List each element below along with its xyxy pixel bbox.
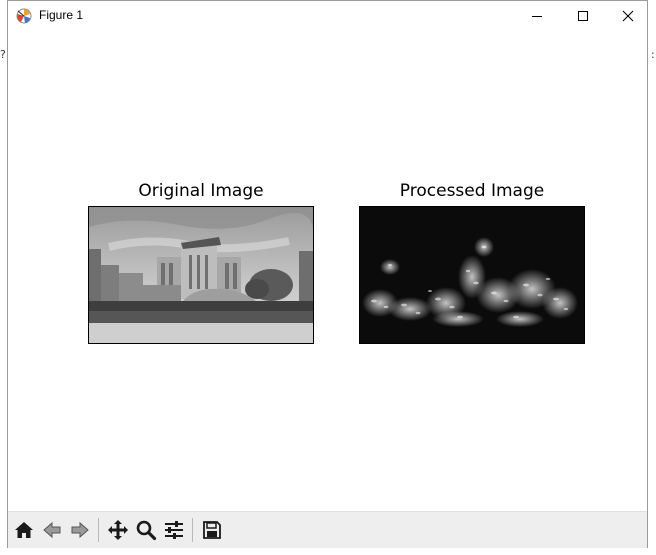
- subplot-title-original: Original Image: [138, 181, 264, 201]
- close-icon: [622, 10, 634, 22]
- close-button[interactable]: [605, 1, 651, 31]
- home-button[interactable]: [12, 518, 36, 542]
- zoom-button[interactable]: [134, 518, 158, 542]
- left-edge-glyph: ?: [0, 48, 6, 61]
- forward-arrow-icon: [71, 521, 89, 539]
- toolbar-separator: [98, 518, 99, 542]
- forward-button[interactable]: [68, 518, 92, 542]
- back-arrow-icon: [43, 521, 61, 539]
- navigation-toolbar: [8, 511, 647, 548]
- zoom-icon: [136, 520, 157, 541]
- figure-window: Figure 1 Original Image Processed Image: [7, 0, 648, 548]
- title-bar[interactable]: Figure 1: [8, 1, 647, 31]
- pan-button[interactable]: [106, 518, 130, 542]
- save-icon: [203, 521, 221, 539]
- configure-subplots-button[interactable]: [162, 518, 186, 542]
- original-image: [88, 206, 314, 344]
- back-button[interactable]: [40, 518, 64, 542]
- figure-canvas[interactable]: Original Image Processed Image: [8, 31, 647, 511]
- toolbar-separator: [192, 518, 193, 542]
- pan-icon: [108, 520, 128, 540]
- right-edge-glyph: :: [651, 48, 655, 61]
- window-title: Figure 1: [39, 8, 84, 22]
- minimize-button[interactable]: [514, 1, 560, 31]
- minimize-icon: [532, 16, 542, 17]
- maximize-icon: [578, 11, 588, 21]
- maximize-button[interactable]: [560, 1, 606, 31]
- save-button[interactable]: [200, 518, 224, 542]
- matplotlib-logo-icon: [16, 8, 32, 24]
- home-icon: [15, 522, 33, 538]
- subplot-title-processed: Processed Image: [399, 181, 545, 201]
- configure-subplots-icon: [165, 521, 183, 539]
- processed-image: [359, 206, 585, 344]
